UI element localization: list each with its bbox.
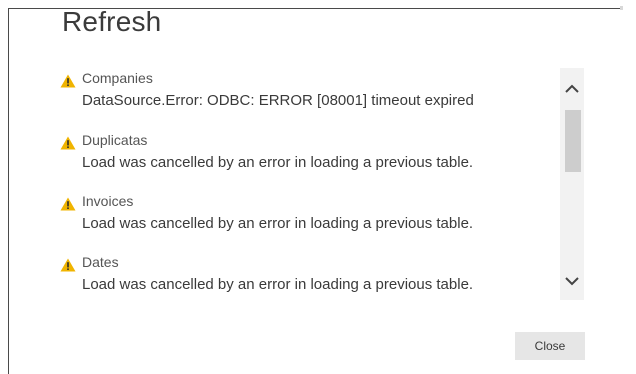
list-item: Dates Load was cancelled by an error in … [60, 254, 560, 304]
item-error-message: Load was cancelled by an error in loadin… [82, 276, 474, 293]
item-error-message: Load was cancelled by an error in loadin… [82, 154, 474, 171]
dialog-corner-mark [620, 6, 623, 10]
list-item: Invoices Load was cancelled by an error … [60, 193, 560, 243]
item-table-name: Companies [82, 70, 153, 86]
item-table-name: Invoices [82, 193, 134, 209]
item-table-name: Dates [82, 254, 119, 270]
scroll-down-button[interactable] [560, 270, 584, 292]
item-table-name: Duplicatas [82, 132, 148, 148]
scroll-up-button[interactable] [560, 78, 584, 100]
refresh-error-list[interactable]: Companies DataSource.Error: ODBC: ERROR … [60, 70, 560, 300]
warning-icon [60, 258, 76, 272]
warning-icon [60, 136, 76, 150]
item-error-message: DataSource.Error: ODBC: ERROR [08001] ti… [82, 92, 474, 109]
warning-icon [60, 197, 76, 211]
item-error-message: Load was cancelled by an error in loadin… [82, 215, 474, 232]
dialog-border-left [8, 8, 9, 374]
chevron-up-icon [565, 84, 579, 93]
warning-icon [60, 74, 76, 88]
chevron-down-icon [565, 277, 579, 286]
list-item: Companies DataSource.Error: ODBC: ERROR … [60, 70, 560, 120]
list-item: Duplicatas Load was cancelled by an erro… [60, 132, 560, 182]
dialog-title: Refresh [62, 6, 162, 37]
vertical-scrollbar[interactable] [560, 68, 584, 300]
close-button[interactable]: Close [515, 332, 585, 360]
scrollbar-thumb[interactable] [565, 110, 581, 172]
refresh-dialog: Refresh Companies DataSource.Error: ODBC… [0, 0, 636, 374]
